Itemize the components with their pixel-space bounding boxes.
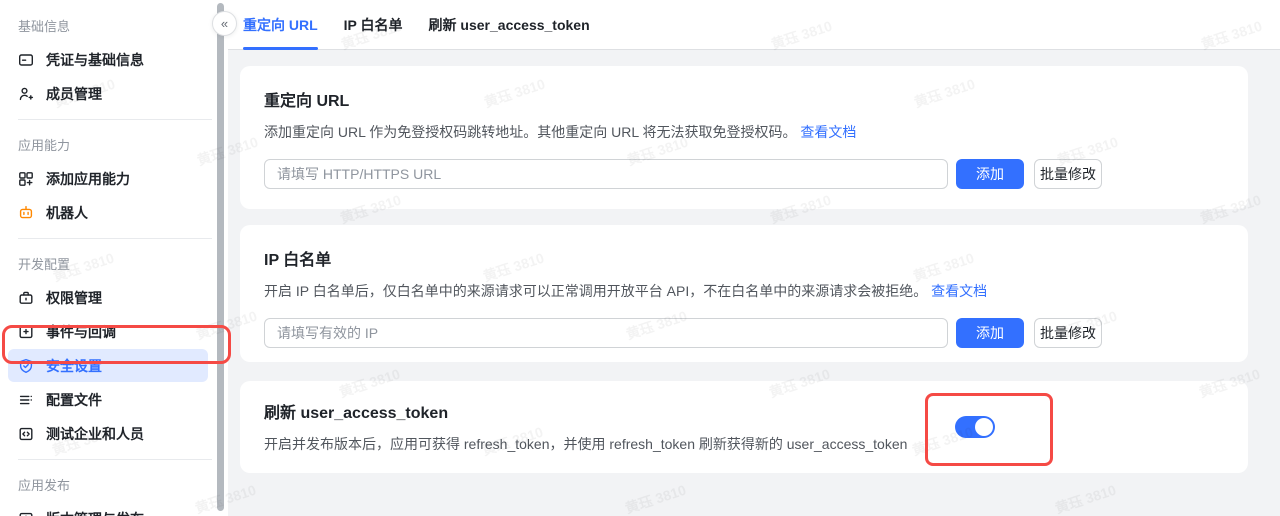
content-area: 重定向 URL 添加重定向 URL 作为免登授权码跳转地址。其他重定向 URL … xyxy=(228,50,1280,516)
sidebar-item-robot[interactable]: 机器人 xyxy=(8,196,208,229)
sidebar-item-members[interactable]: 成员管理 xyxy=(8,77,208,110)
tab-label: 刷新 user_access_token xyxy=(429,15,590,35)
tab-refresh-token[interactable]: 刷新 user_access_token xyxy=(429,0,590,49)
security-shield-icon xyxy=(18,358,34,374)
view-docs-link[interactable]: 查看文档 xyxy=(931,283,987,299)
tab-label: IP 白名单 xyxy=(344,15,403,35)
add-capability-icon xyxy=(18,171,34,187)
test-code-icon xyxy=(18,426,34,442)
section-title: IP 白名单 xyxy=(264,250,1224,272)
sidebar-divider xyxy=(18,459,212,460)
toggle-knob xyxy=(975,418,993,436)
tab-label: 重定向 URL xyxy=(243,15,318,35)
section-title: 重定向 URL xyxy=(264,91,1224,113)
credential-icon xyxy=(18,52,34,68)
sidebar-item-credentials[interactable]: 凭证与基础信息 xyxy=(8,43,208,76)
sidebar-item-events[interactable]: 事件与回调 xyxy=(8,315,208,348)
permission-icon xyxy=(18,290,34,306)
main-area: « 重定向 URL IP 白名单 刷新 user_access_token 重定… xyxy=(228,0,1280,516)
event-callback-icon xyxy=(18,324,34,340)
add-button[interactable]: 添加 xyxy=(956,159,1024,189)
tab-ip-whitelist[interactable]: IP 白名单 xyxy=(344,0,403,49)
sidebar-group-header-devconfig: 开发配置 xyxy=(0,248,228,280)
description-text: 开启并发布版本后，应用可获得 refresh_token，并使用 refresh… xyxy=(264,436,907,452)
sidebar-item-label: 机器人 xyxy=(46,203,88,223)
redirect-url-input[interactable] xyxy=(264,159,948,189)
sidebar-item-label: 版本管理与发布 xyxy=(46,509,144,516)
sidebar-item-label: 测试企业和人员 xyxy=(46,424,144,444)
tab-redirect-url[interactable]: 重定向 URL xyxy=(243,0,318,49)
member-icon xyxy=(18,86,34,102)
sidebar-item-add-capability[interactable]: 添加应用能力 xyxy=(8,162,208,195)
sidebar-item-security[interactable]: 安全设置 xyxy=(8,349,208,382)
section-title: 刷新 user_access_token xyxy=(264,403,1224,425)
sidebar: 基础信息 凭证与基础信息 成员管理 应用能力 添加应用能力 机器人 开发配置 权… xyxy=(0,0,228,516)
robot-icon xyxy=(18,205,34,221)
redirect-input-row: 添加 批量修改 xyxy=(264,159,1224,189)
refresh-token-toggle[interactable] xyxy=(955,416,995,438)
ip-input-row: 添加 批量修改 xyxy=(264,318,1224,348)
sidebar-item-label: 安全设置 xyxy=(46,356,102,376)
config-file-icon xyxy=(18,392,34,408)
description-text: 开启 IP 白名单后，仅白名单中的来源请求可以正常调用开放平台 API，不在白名… xyxy=(264,283,927,299)
ip-whitelist-input[interactable] xyxy=(264,318,948,348)
description-text: 添加重定向 URL 作为免登授权码跳转地址。其他重定向 URL 将无法获取免登授… xyxy=(264,124,797,140)
sidebar-item-permissions[interactable]: 权限管理 xyxy=(8,281,208,314)
sidebar-item-config-file[interactable]: 配置文件 xyxy=(8,383,208,416)
sidebar-item-version-release[interactable]: 版本管理与发布 xyxy=(8,502,208,516)
sidebar-item-label: 配置文件 xyxy=(46,390,102,410)
sidebar-scrollbar[interactable] xyxy=(217,3,224,511)
add-button[interactable]: 添加 xyxy=(956,318,1024,348)
collapse-chevron-icon: « xyxy=(221,16,228,31)
sidebar-item-test-company[interactable]: 测试企业和人员 xyxy=(8,417,208,450)
active-tab-underline xyxy=(243,47,318,50)
release-icon xyxy=(18,511,34,516)
sidebar-collapse-button[interactable]: « xyxy=(212,11,237,36)
sidebar-divider xyxy=(18,238,212,239)
sidebar-group-header-capability: 应用能力 xyxy=(0,129,228,161)
tab-bar: « 重定向 URL IP 白名单 刷新 user_access_token xyxy=(228,0,1280,50)
sidebar-item-label: 凭证与基础信息 xyxy=(46,50,144,70)
sidebar-item-label: 成员管理 xyxy=(46,84,102,104)
batch-edit-button[interactable]: 批量修改 xyxy=(1034,318,1102,348)
view-docs-link[interactable]: 查看文档 xyxy=(800,124,856,140)
sidebar-item-label: 事件与回调 xyxy=(46,322,116,342)
section-description: 开启并发布版本后，应用可获得 refresh_token，并使用 refresh… xyxy=(264,434,1224,454)
sidebar-group-header-basic: 基础信息 xyxy=(0,10,228,42)
section-description: 添加重定向 URL 作为免登授权码跳转地址。其他重定向 URL 将无法获取免登授… xyxy=(264,122,1224,142)
sidebar-group-header-release: 应用发布 xyxy=(0,469,228,501)
sidebar-item-label: 添加应用能力 xyxy=(46,169,130,189)
section-description: 开启 IP 白名单后，仅白名单中的来源请求可以正常调用开放平台 API，不在白名… xyxy=(264,281,1224,301)
ip-whitelist-card: IP 白名单 开启 IP 白名单后，仅白名单中的来源请求可以正常调用开放平台 A… xyxy=(240,225,1248,362)
sidebar-divider xyxy=(18,119,212,120)
sidebar-item-label: 权限管理 xyxy=(46,288,102,308)
redirect-url-card: 重定向 URL 添加重定向 URL 作为免登授权码跳转地址。其他重定向 URL … xyxy=(240,66,1248,209)
batch-edit-button[interactable]: 批量修改 xyxy=(1034,159,1102,189)
refresh-token-card: 刷新 user_access_token 开启并发布版本后，应用可获得 refr… xyxy=(240,381,1248,473)
